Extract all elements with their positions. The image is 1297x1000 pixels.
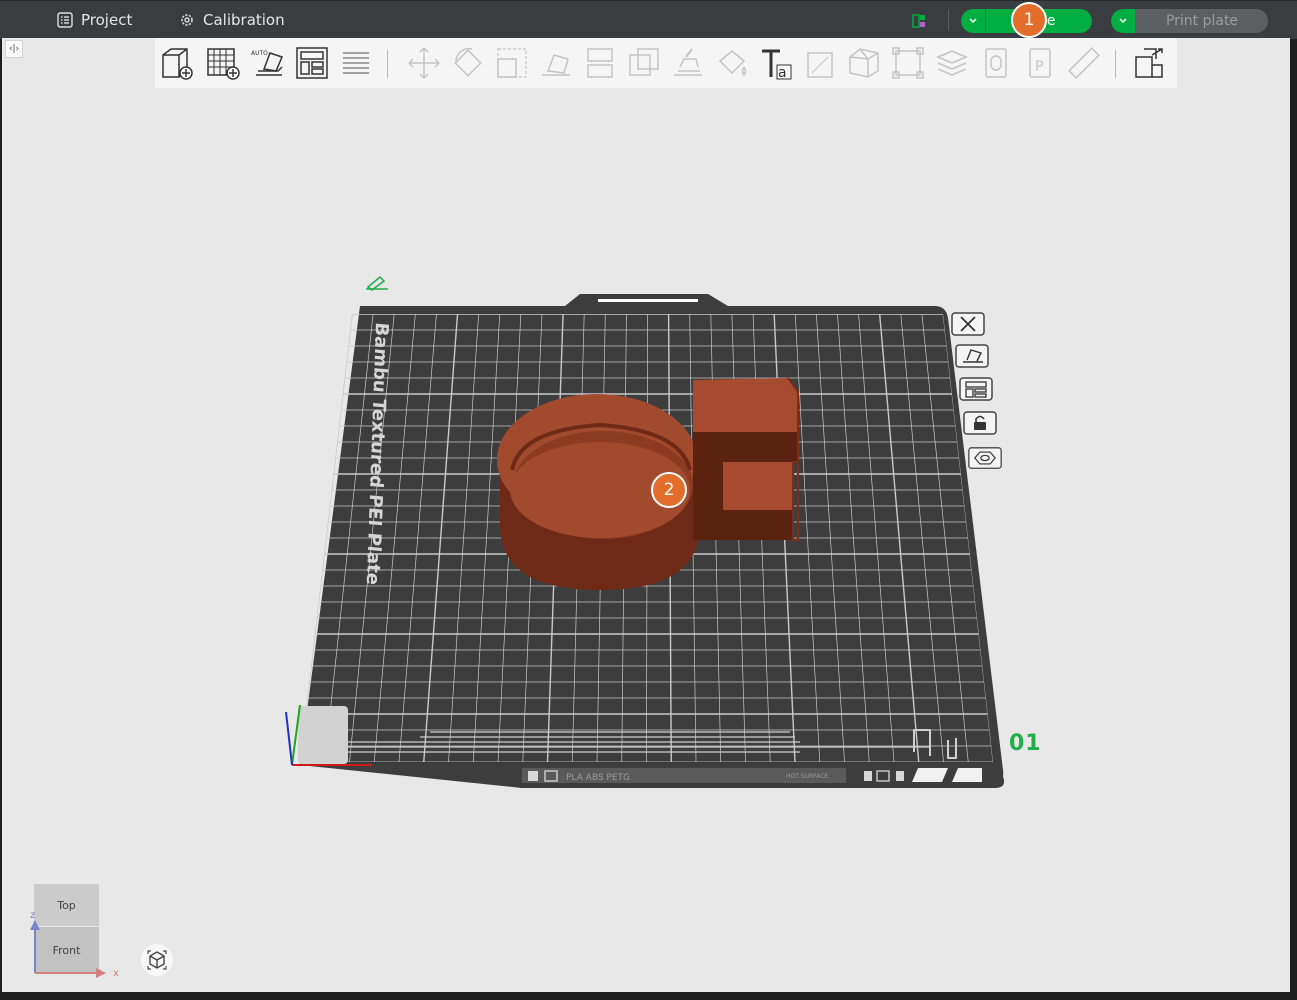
plate-footer-hot: HOT SURFACE [786,773,828,780]
z-axis-label: z [30,910,35,921]
build-plate[interactable]: Bambu Textured PEI Plate PLA ABS PETG HO… [0,0,1297,1000]
plate-footer-text: PLA ABS PETG [566,773,630,783]
plate-number: 01 [1009,731,1042,756]
view-cube-axes: z x [30,910,119,979]
reset-view-icon[interactable] [141,944,173,976]
lock-plate-icon[interactable] [963,410,997,436]
arrange-plate-icon[interactable] [959,376,993,402]
delete-plate-icon[interactable] [951,311,985,337]
callout-badge: 1 [1011,2,1047,38]
callout-badge: 2 [651,472,687,508]
orient-plate-icon[interactable] [955,343,989,369]
x-axis-label: x [113,968,119,979]
plate-settings-icon[interactable] [968,445,1002,471]
edit-plate-name-icon[interactable] [366,275,388,291]
